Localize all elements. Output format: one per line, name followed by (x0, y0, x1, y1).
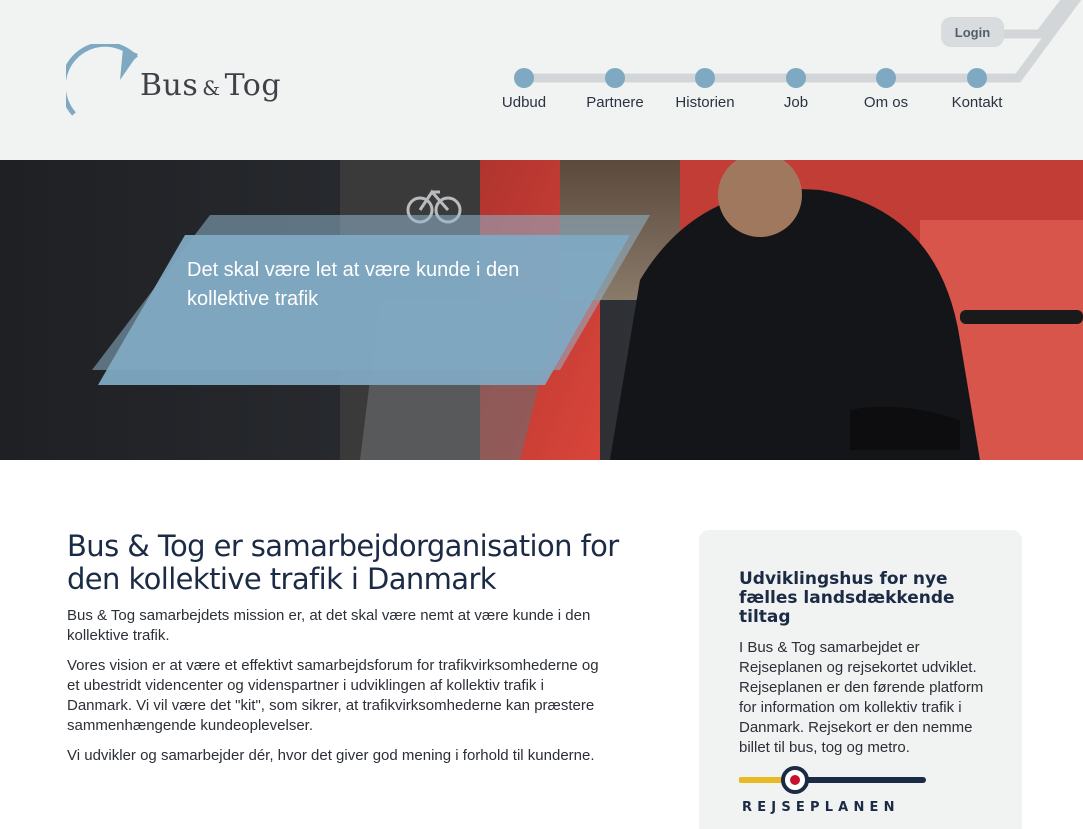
nav-item-kontakt[interactable]: Kontakt (922, 68, 1032, 118)
nav-dot-icon (967, 68, 987, 88)
vision-paragraph: Vores vision er at være et effektivt sam… (67, 657, 599, 734)
box-text: I Bus & Tog samarbejdet er Rejseplanen o… (739, 639, 984, 756)
logo-amp: & (202, 76, 221, 100)
logo-wordmark: Bus & Tog (140, 68, 281, 103)
mission-paragraph: Bus & Tog samarbejdets mission er, at de… (67, 607, 591, 644)
hero-banner: Det skal være let at være kunde i den ko… (0, 160, 1083, 460)
nav-dot-icon (876, 68, 896, 88)
collaboration-paragraph: Vi udvikler og samarbejder dér, hvor det… (67, 747, 595, 764)
rejseplanen-track-icon (738, 766, 926, 794)
nav-label: Kontakt (951, 94, 1003, 111)
logo-bus: Bus (140, 68, 199, 103)
box-title: Udviklingshus for nye fælles landsdækken… (739, 569, 955, 627)
login-button[interactable]: Login (941, 17, 1004, 47)
rejseplanen-wordmark: REJSEPLANEN (742, 800, 900, 815)
nav-dot-icon (695, 68, 715, 88)
nav-dot-icon (786, 68, 806, 88)
nav-dot-icon (605, 68, 625, 88)
logo-arc-icon (66, 44, 138, 116)
hero-headline: Det skal være let at være kunde i den ko… (187, 259, 520, 310)
development-box: Udviklingshus for nye fælles landsdækken… (699, 530, 1022, 829)
site-header: Bus & Tog Login Udbud Partnere Historien J… (0, 0, 1083, 160)
page-title: Bus & Tog er samarbejdorganisation for d… (67, 529, 619, 596)
logo-tog: Tog (224, 68, 282, 103)
rejseplanen-logo[interactable]: REJSEPLANEN (738, 766, 929, 816)
nav-dot-icon (514, 68, 534, 88)
site-logo[interactable]: Bus & Tog (66, 44, 306, 116)
